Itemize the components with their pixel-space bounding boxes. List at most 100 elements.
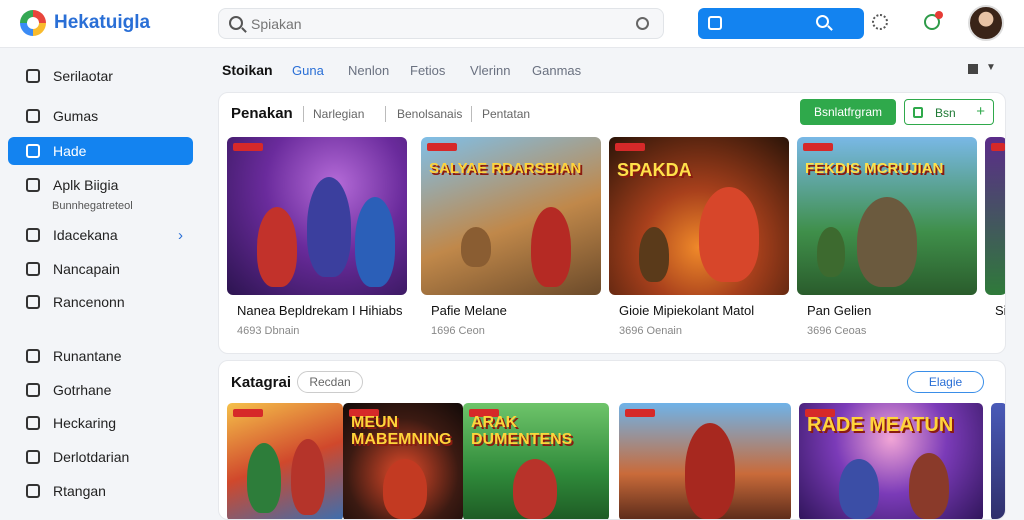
tab-fetios[interactable]: Fetios — [410, 63, 445, 78]
category-thumbnail[interactable]: ARAK DUMENTENS — [463, 403, 609, 519]
category-thumbnail[interactable]: RADE MEATUN — [799, 403, 983, 519]
sidebar-item-subtitle: Bunnhegatreteol — [52, 200, 133, 212]
voice-search-icon[interactable] — [636, 17, 649, 30]
help-icon — [26, 450, 40, 464]
character-figure — [461, 227, 491, 267]
filter-benolsanais[interactable]: Benolsanais — [397, 107, 462, 121]
download-icon — [26, 262, 40, 276]
game-thumbnail[interactable] — [227, 137, 407, 295]
badge — [991, 143, 1005, 151]
badge — [615, 143, 645, 151]
filter-pentatan[interactable]: Pentatan — [482, 107, 530, 121]
user-avatar[interactable] — [968, 5, 1004, 41]
filter-narlegian[interactable]: Narlegian — [313, 107, 364, 121]
refresh-icon[interactable] — [872, 14, 888, 30]
sidebar-item-gotrhane[interactable]: Gotrhane — [8, 376, 193, 404]
character-figure — [817, 227, 845, 277]
tab-guna[interactable]: Guna — [292, 63, 324, 78]
view-all-pill[interactable]: Elagie — [907, 371, 984, 393]
tab-vlerinn[interactable]: Vlerinn — [470, 63, 510, 78]
sidebar-item-nancapain[interactable]: Nancapain — [8, 255, 193, 283]
filter-pill[interactable]: Recdan — [297, 371, 363, 393]
badge — [625, 409, 655, 417]
history-icon — [26, 416, 40, 430]
sidebar: Serilaotar Gumas Hade Aplk Biigia Bunnhe… — [0, 48, 205, 512]
search-icon — [816, 15, 829, 28]
divider — [385, 106, 386, 122]
sidebar-item-label: Rtangan — [53, 483, 106, 499]
notification-icon[interactable] — [924, 11, 943, 30]
sidebar-item-runantane[interactable]: Runantane — [8, 342, 193, 370]
badge — [803, 143, 833, 151]
character-figure — [247, 443, 281, 513]
sidebar-item-label: Heckaring — [53, 415, 117, 431]
chevron-right-icon: › — [178, 227, 183, 244]
game-meta: 4693 Dbnain — [237, 325, 300, 337]
app-logo-icon[interactable] — [20, 10, 46, 36]
character-figure — [699, 187, 759, 282]
sidebar-item-derlotdarian[interactable]: Derlotdarian — [8, 443, 193, 471]
primary-action-button[interactable]: Bsnlatfrgram — [800, 99, 896, 125]
search-input[interactable] — [251, 14, 641, 34]
sidebar-item-rancenonn[interactable]: Rancenonn — [8, 288, 193, 316]
game-thumbnail[interactable]: SALYAE RDARSBIAN — [421, 137, 601, 295]
sidebar-item-hade[interactable]: Hade — [8, 137, 193, 165]
game-thumbnail[interactable]: FEKDIS MCRUJIAN — [797, 137, 977, 295]
game-card[interactable]: Sin — [985, 137, 1005, 347]
game-card[interactable]: FEKDIS MCRUJIAN Pan Gelien 3696 Ceoas — [797, 137, 977, 347]
sidebar-item-idacekana[interactable]: Idacekana › — [8, 221, 193, 249]
badge — [233, 409, 263, 417]
game-card[interactable]: SALYAE RDARSBIAN Pafie Melane 1696 Ceon — [421, 137, 601, 347]
gift-icon — [26, 383, 40, 397]
apps-icon — [26, 178, 40, 192]
sidebar-item-label: Idacekana — [53, 227, 118, 243]
sidebar-item-aplk-biigia[interactable]: Aplk Biigia — [8, 171, 193, 199]
game-name: Sin — [995, 303, 1005, 318]
character-figure — [531, 207, 571, 287]
sidebar-item-label: Nancapain — [53, 261, 120, 277]
divider — [303, 106, 304, 122]
search-button[interactable] — [698, 8, 864, 39]
game-card[interactable]: Nanea Bepldrekam I Hihiabs 4693 Dbnain — [227, 137, 407, 347]
category-thumbnail[interactable] — [619, 403, 791, 519]
character-figure — [291, 439, 325, 515]
game-meta: 3696 Ceoas — [807, 325, 867, 337]
game-card[interactable]: SPAKDA Gioie Mipiekolant Matol 3696 Oena… — [609, 137, 789, 347]
character-figure — [839, 459, 879, 519]
game-thumbnail[interactable] — [985, 137, 1005, 295]
featured-panel: Penakan Narlegian Benolsanais Pentatan B… — [218, 92, 1006, 354]
sidebar-item-gumas[interactable]: Gumas — [8, 102, 193, 130]
game-art-title: SPAKDA — [617, 160, 692, 180]
category-thumbnail[interactable] — [227, 403, 343, 519]
game-meta: 1696 Ceon — [431, 325, 485, 337]
chevron-down-icon[interactable]: ▼ — [986, 62, 996, 73]
category-thumbnail[interactable]: MEUN MABEMNING — [343, 403, 463, 519]
sidebar-item-label: Aplk Biigia — [53, 177, 119, 193]
qr-scan-icon — [708, 16, 722, 30]
top-bar: Hekatuigla — [0, 0, 1024, 48]
tab-stoikan[interactable]: Stoikan — [222, 62, 273, 78]
search-box[interactable] — [218, 8, 664, 39]
character-figure — [909, 453, 949, 519]
games-icon — [26, 109, 40, 123]
sidebar-item-rtangan[interactable]: Rtangan — [8, 477, 193, 505]
app-brand[interactable]: Hekatuigla — [54, 12, 150, 34]
button-label: Bsn — [935, 106, 956, 120]
game-art-title: SALYAE RDARSBIAN — [429, 160, 582, 177]
sidebar-item-heckaring[interactable]: Heckaring — [8, 409, 193, 437]
category-thumbnail[interactable] — [991, 403, 1005, 519]
character-figure — [685, 423, 735, 519]
settings-icon — [26, 349, 40, 363]
tab-nenlon[interactable]: Nenlon — [348, 63, 389, 78]
category-icon — [26, 228, 40, 242]
tab-ganmas[interactable]: Ganmas — [532, 63, 581, 78]
character-figure — [257, 207, 297, 287]
character-figure — [857, 197, 917, 287]
sidebar-item-serilaotar[interactable]: Serilaotar — [8, 62, 193, 90]
grid-icon — [26, 144, 40, 158]
game-thumbnail[interactable]: SPAKDA — [609, 137, 789, 295]
secondary-action-button[interactable]: Bsn + — [904, 99, 994, 125]
game-name: Pan Gelien — [807, 303, 872, 318]
game-name: Nanea Bepldrekam I Hihiabs — [237, 303, 403, 318]
view-menu-icon[interactable] — [968, 64, 978, 74]
